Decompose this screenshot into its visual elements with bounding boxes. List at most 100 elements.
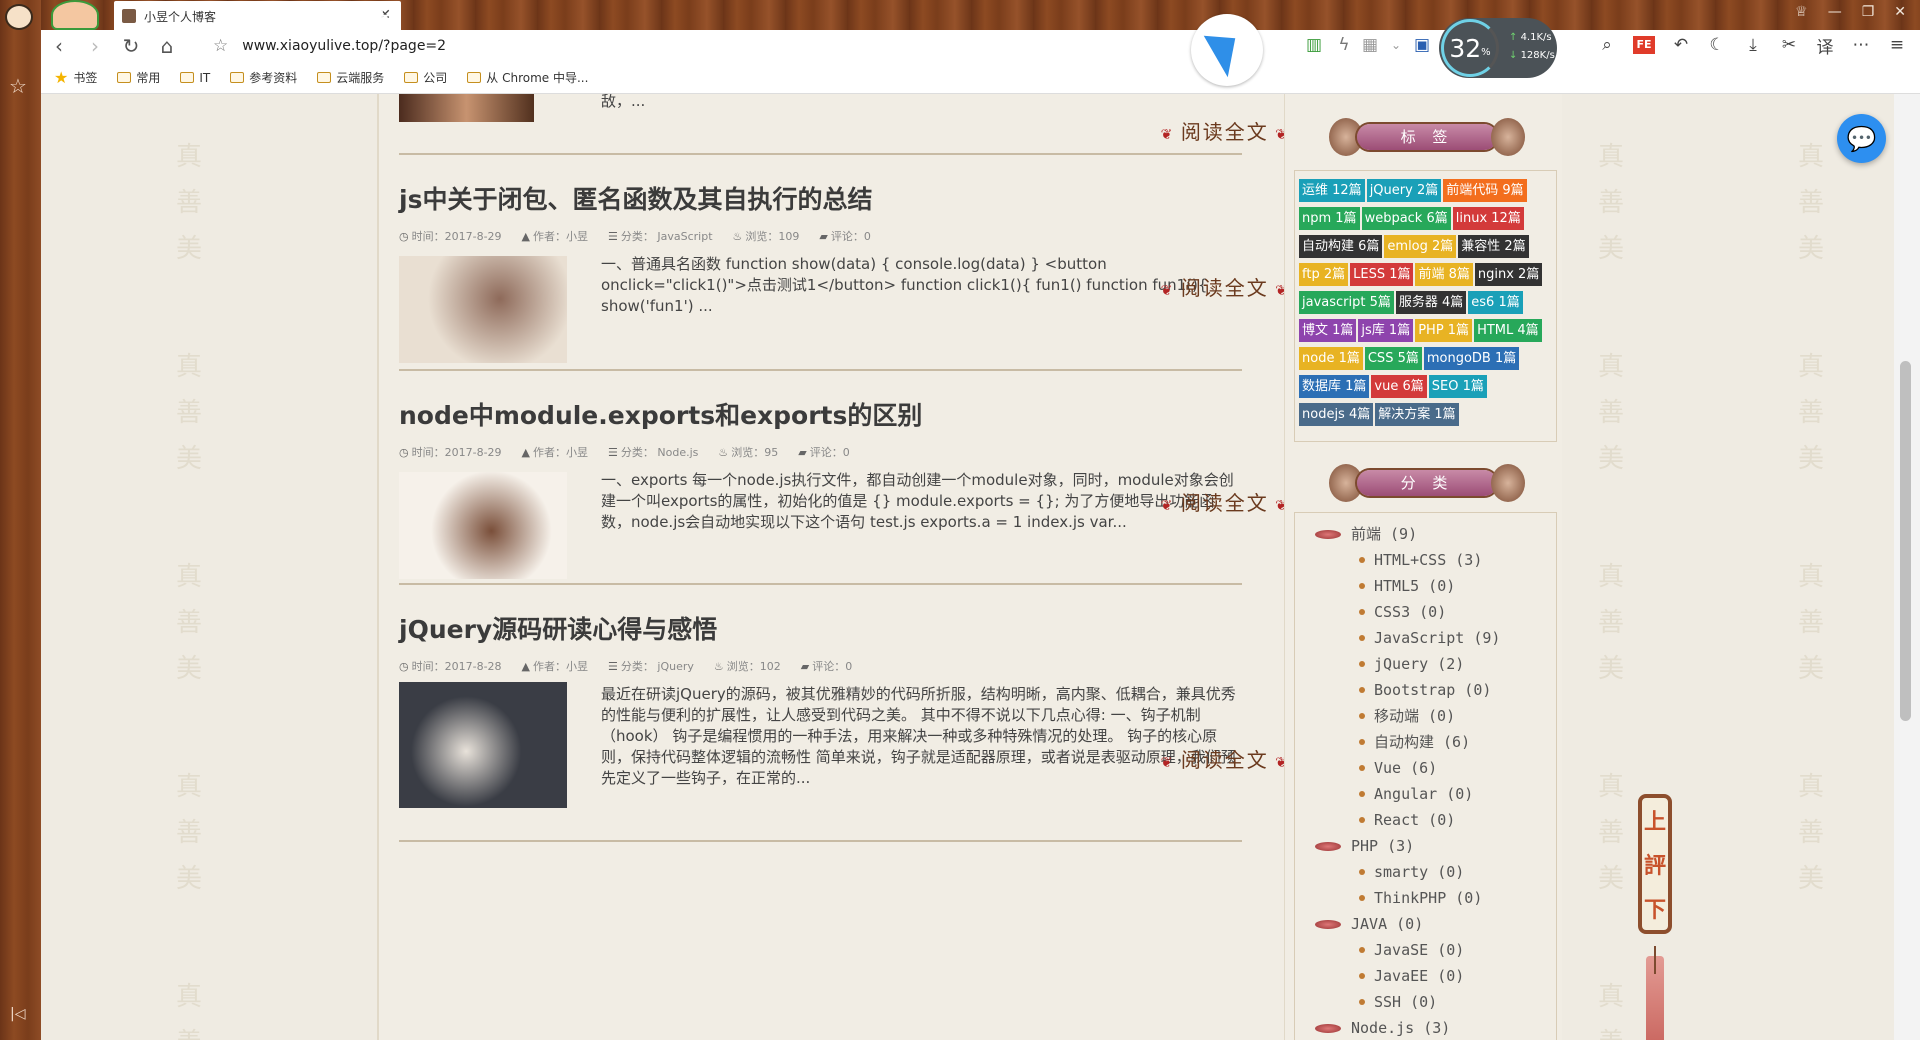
tag-link[interactable]: LESS 1篇 <box>1350 263 1414 286</box>
forward-icon[interactable]: › <box>77 34 113 58</box>
tag-link[interactable]: 前端 8篇 <box>1415 263 1473 286</box>
tab-active[interactable]: 小昱个人博客 ✕ <box>114 1 401 31</box>
tag-link[interactable]: linux 12篇 <box>1452 207 1524 230</box>
bookmark-folder[interactable]: 常用 <box>117 69 160 86</box>
reload-icon[interactable]: ↻ <box>113 34 149 58</box>
category-item[interactable]: smarty (0) <box>1359 859 1546 885</box>
tag-link[interactable]: 运维 12篇 <box>1299 179 1365 202</box>
tag-link[interactable]: 解决方案 1篇 <box>1375 403 1459 426</box>
scissors-icon[interactable]: ✂ <box>1771 35 1807 55</box>
tag-link[interactable]: webpack 6篇 <box>1361 207 1451 230</box>
bookmark-folder[interactable]: 公司 <box>404 69 447 86</box>
tag-link[interactable]: 兼容性 2篇 <box>1458 235 1529 258</box>
category-parent[interactable]: 前端 (9) <box>1315 521 1546 547</box>
skin-icon[interactable]: ♕ <box>1795 4 1808 20</box>
tag-link[interactable]: jQuery 2篇 <box>1366 179 1442 202</box>
tag-link[interactable]: 服务器 4篇 <box>1395 291 1467 314</box>
thumb-previous[interactable] <box>399 94 534 122</box>
bookmark-folder[interactable]: 从 Chrome 中导... <box>467 69 588 86</box>
read-more-link[interactable]: ❦ 阅读全文 ❦ <box>1161 272 1289 301</box>
scroll-down-button[interactable]: 下 <box>1644 892 1666 924</box>
category-item[interactable]: ThinkPHP (0) <box>1359 885 1546 911</box>
tag-link[interactable]: nodejs 4篇 <box>1299 403 1374 426</box>
tag-link[interactable]: 前端代码 9篇 <box>1443 179 1527 202</box>
read-more-link[interactable]: ❦ 阅读全文 ❦ <box>1161 744 1289 773</box>
tag-link[interactable]: 自动构建 6篇 <box>1299 235 1383 258</box>
category-item[interactable]: Angular (0) <box>1359 781 1546 807</box>
tag-link[interactable]: 数据库 1篇 <box>1299 375 1370 398</box>
tag-link[interactable]: CSS 5篇 <box>1364 347 1422 370</box>
category-item[interactable]: CSS3 (0) <box>1359 599 1546 625</box>
category-item[interactable]: JavaSE (0) <box>1359 937 1546 963</box>
network-speed-widget[interactable]: 32% ↑ 4.1K/s ↓ 128K/s <box>1439 18 1557 78</box>
category-item[interactable]: Bootstrap (0) <box>1359 677 1546 703</box>
home-icon[interactable]: ⌂ <box>149 34 185 58</box>
user-avatar[interactable] <box>5 4 33 30</box>
category-item[interactable]: JavaScript (9) <box>1359 625 1546 651</box>
tag-link[interactable]: SEO 1篇 <box>1428 375 1487 398</box>
translate-icon[interactable]: 译 <box>1807 33 1843 58</box>
category-item[interactable]: 自动构建 (6) <box>1359 729 1546 755</box>
read-more-link[interactable]: ❦ 阅读全文 ❦ <box>1161 116 1289 145</box>
restore-icon[interactable]: ❐ <box>1862 4 1875 20</box>
moon-icon[interactable]: ☾ <box>1699 35 1735 55</box>
tag-link[interactable]: HTML 4篇 <box>1474 319 1542 342</box>
download-icon[interactable]: ⤓ <box>1735 35 1771 55</box>
category-parent[interactable]: JAVA (0) <box>1315 911 1546 937</box>
tag-link[interactable]: npm 1篇 <box>1299 207 1360 230</box>
article-thumbnail[interactable] <box>399 682 567 808</box>
article-title[interactable]: jQuery源码研读心得与感悟 <box>399 610 1242 646</box>
bookmark-star-icon[interactable]: ☆ <box>213 36 228 56</box>
bookmarks-menu[interactable]: ★ 书签 <box>54 68 97 87</box>
category-item[interactable]: Vue (6) <box>1359 755 1546 781</box>
bookmark-folder[interactable]: 参考资料 <box>230 69 297 86</box>
more-icon[interactable]: ⋯ <box>1843 35 1879 55</box>
bookmark-folder[interactable]: IT <box>180 71 210 85</box>
lightning-icon[interactable]: ϟ <box>1331 35 1357 55</box>
undo-icon[interactable]: ↶ <box>1663 35 1699 55</box>
close-window-icon[interactable]: ✕ <box>1894 4 1906 20</box>
tag-link[interactable]: node 1篇 <box>1299 347 1363 370</box>
category-item[interactable]: 移动端 (0) <box>1359 703 1546 729</box>
menu-icon[interactable]: ≡ <box>1879 35 1915 55</box>
category-parent[interactable]: PHP (3) <box>1315 833 1546 859</box>
collapse-sidebar-icon[interactable]: |◁ <box>10 1006 25 1022</box>
category-item[interactable]: React (0) <box>1359 807 1546 833</box>
bookmark-folder[interactable]: 云端服务 <box>317 69 384 86</box>
fe-icon[interactable]: FE <box>1633 36 1655 54</box>
category-parent[interactable]: Node.js (3) <box>1315 1015 1546 1040</box>
tag-link[interactable]: 博文 1篇 <box>1299 319 1357 342</box>
article-thumbnail[interactable] <box>399 472 567 579</box>
bird-logo-icon[interactable] <box>1191 14 1263 86</box>
chevron-down-icon[interactable]: ⌄ <box>1383 38 1409 52</box>
read-more-link[interactable]: ❦ 阅读全文 ❦ <box>1161 487 1289 516</box>
screenshot-icon[interactable]: ▣ <box>1409 35 1435 55</box>
url-field[interactable]: ☆ www.xiaoyulive.top/?page=2 <box>213 36 446 56</box>
tag-link[interactable]: javascript 5篇 <box>1299 291 1394 314</box>
favorites-star-icon[interactable]: ☆ <box>9 74 27 98</box>
reading-icon[interactable]: ▥ <box>1297 35 1331 55</box>
category-item[interactable]: jQuery (2) <box>1359 651 1546 677</box>
minimize-icon[interactable]: — <box>1828 4 1842 20</box>
grid-icon[interactable]: ▦ <box>1357 35 1383 55</box>
tag-link[interactable]: es6 1篇 <box>1468 291 1523 314</box>
scroll-up-button[interactable]: 上 <box>1644 804 1666 836</box>
category-item[interactable]: HTML+CSS (3) <box>1359 547 1546 573</box>
article-title[interactable]: node中module.exports和exports的区别 <box>399 396 1242 432</box>
tag-link[interactable]: emlog 2篇 <box>1384 235 1457 258</box>
back-icon[interactable]: ‹ <box>41 34 77 58</box>
tag-link[interactable]: PHP 1篇 <box>1415 319 1473 342</box>
category-item[interactable]: HTML5 (0) <box>1359 573 1546 599</box>
tag-link[interactable]: mongoDB 1篇 <box>1423 347 1520 370</box>
new-tab-button[interactable]: + <box>370 3 394 27</box>
scrollbar-thumb[interactable] <box>1900 361 1911 721</box>
tag-link[interactable]: js库 1篇 <box>1358 319 1414 342</box>
page-scrollbar[interactable] <box>1894 94 1920 1040</box>
chat-bubble-icon[interactable]: 💬 <box>1837 114 1886 163</box>
category-item[interactable]: JavaEE (0) <box>1359 963 1546 989</box>
tag-link[interactable]: nginx 2篇 <box>1474 263 1543 286</box>
article-thumbnail[interactable] <box>399 256 567 363</box>
category-item[interactable]: SSH (0) <box>1359 989 1546 1015</box>
article-title[interactable]: js中关于闭包、匿名函数及其自执行的总结 <box>399 180 1242 216</box>
tag-link[interactable]: ftp 2篇 <box>1299 263 1349 286</box>
